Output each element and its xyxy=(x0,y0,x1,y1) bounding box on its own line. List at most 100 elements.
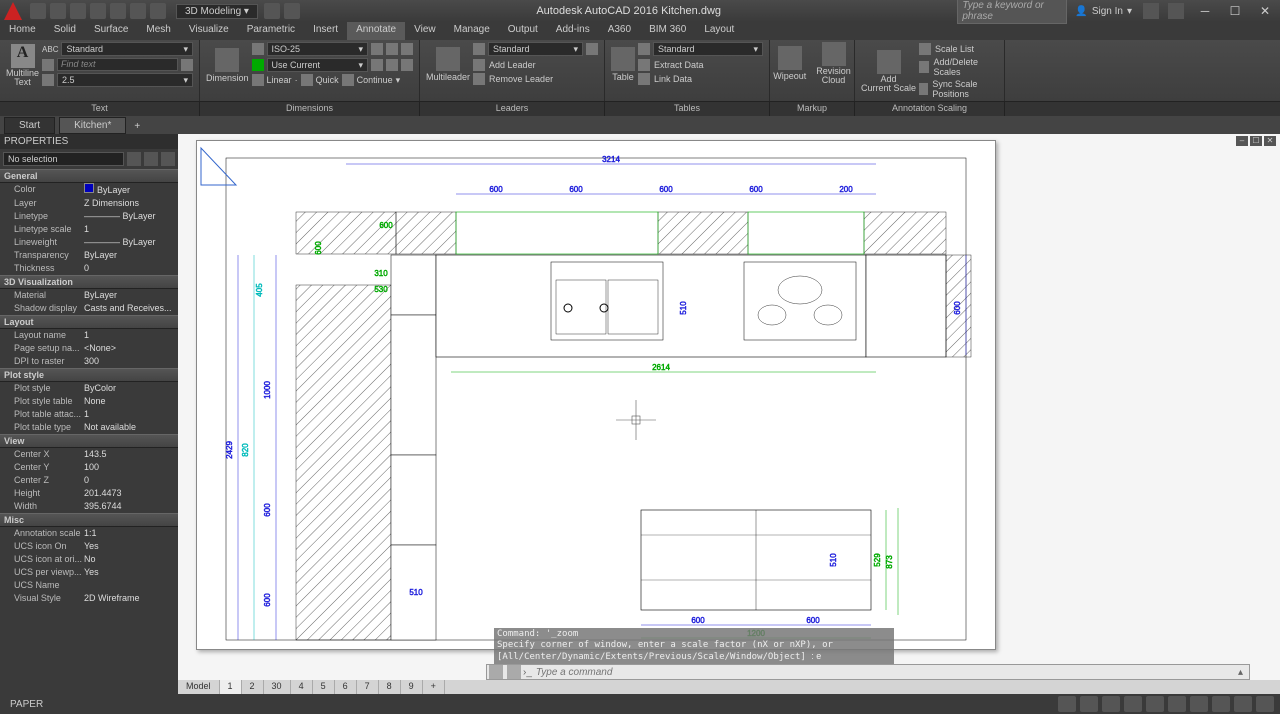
menu-add-ins[interactable]: Add-ins xyxy=(547,22,599,40)
dim-f-icon[interactable] xyxy=(401,59,413,71)
wipeout-button[interactable]: Wipeout xyxy=(773,46,806,81)
prop-row[interactable]: Lineweight———— ByLayer xyxy=(0,236,178,249)
prop-cat-general[interactable]: General xyxy=(0,169,178,183)
prop-row[interactable]: LayerZ Dimensions xyxy=(0,197,178,210)
footer-annoscale[interactable]: Annotation Scaling xyxy=(855,102,1005,116)
prop-row[interactable]: Height201.4473 xyxy=(0,487,178,500)
footer-text[interactable]: Text xyxy=(0,102,200,116)
layout-tab-7[interactable]: 7 xyxy=(357,680,379,694)
prop-row[interactable]: Linetype scale1 xyxy=(0,223,178,236)
table-button[interactable]: Table xyxy=(611,47,635,82)
status-custom-icon[interactable] xyxy=(1256,696,1274,712)
dim-c-icon[interactable] xyxy=(401,43,413,55)
dim-b-icon[interactable] xyxy=(386,43,398,55)
find-icon[interactable] xyxy=(42,59,54,71)
multiline-text-button[interactable]: AMultiline Text xyxy=(6,44,39,87)
prop-row[interactable]: Center X143.5 xyxy=(0,448,178,461)
command-line[interactable]: ›_ ▴ xyxy=(486,664,1250,680)
layout-tab-2[interactable]: 2 xyxy=(242,680,264,694)
multileader-button[interactable]: Multileader xyxy=(426,47,470,82)
status-hw-icon[interactable] xyxy=(1212,696,1230,712)
layout-tab-6[interactable]: 6 xyxy=(335,680,357,694)
app-logo-icon[interactable] xyxy=(4,2,22,20)
sync-scale-button[interactable]: Sync Scale Positions xyxy=(919,78,998,100)
prop-row[interactable]: Plot table typeNot available xyxy=(0,421,178,434)
prop-cat-plot-style[interactable]: Plot style xyxy=(0,368,178,382)
remove-leader-button[interactable]: Remove Leader xyxy=(473,72,598,86)
viewport-min-icon[interactable]: – xyxy=(1236,136,1248,146)
footer-tables[interactable]: Tables xyxy=(605,102,770,116)
status-clean-icon[interactable] xyxy=(1234,696,1252,712)
close-button[interactable]: ✕ xyxy=(1250,0,1280,22)
prop-row[interactable]: Plot table attac...1 xyxy=(0,408,178,421)
viewport-close-icon[interactable]: ✕ xyxy=(1264,136,1276,146)
quick-icon[interactable] xyxy=(301,74,313,86)
prop-row[interactable]: TransparencyByLayer xyxy=(0,249,178,262)
status-annoscale-icon[interactable] xyxy=(1168,696,1186,712)
linear-icon[interactable] xyxy=(252,74,264,86)
prop-row[interactable]: Layout name1 xyxy=(0,329,178,342)
prop-cat-layout[interactable]: Layout xyxy=(0,315,178,329)
menu-home[interactable]: Home xyxy=(0,22,45,40)
menu-mesh[interactable]: Mesh xyxy=(137,22,179,40)
tab-kitchen[interactable]: Kitchen* xyxy=(59,117,126,134)
cmd-opts-icon[interactable] xyxy=(507,665,521,679)
qat-new-icon[interactable] xyxy=(30,3,46,19)
prop-row[interactable]: DPI to raster300 xyxy=(0,355,178,368)
menu-annotate[interactable]: Annotate xyxy=(347,22,405,40)
menu-output[interactable]: Output xyxy=(499,22,547,40)
qat-undo-icon[interactable] xyxy=(130,3,146,19)
qat-extra1-icon[interactable] xyxy=(264,3,280,19)
prop-row[interactable]: Width395.6744 xyxy=(0,500,178,513)
dim-d-icon[interactable] xyxy=(371,59,383,71)
status-space[interactable]: PAPER xyxy=(10,699,43,710)
dim-a-icon[interactable] xyxy=(371,43,383,55)
text-style-combo[interactable]: Standard▾ xyxy=(61,42,193,56)
layout-tab-9[interactable]: 9 xyxy=(401,680,423,694)
status-osnap-icon[interactable] xyxy=(1146,696,1164,712)
menu-bim360[interactable]: BIM 360 xyxy=(640,22,695,40)
prop-row[interactable]: Visual Style2D Wireframe xyxy=(0,592,178,605)
menu-solid[interactable]: Solid xyxy=(45,22,85,40)
pickadd-icon[interactable] xyxy=(144,152,158,166)
menu-parametric[interactable]: Parametric xyxy=(238,22,304,40)
menu-surface[interactable]: Surface xyxy=(85,22,137,40)
prop-row[interactable]: UCS Name xyxy=(0,579,178,592)
signin-button[interactable]: 👤 Sign In ▾ xyxy=(1075,6,1132,17)
continue-icon[interactable] xyxy=(342,74,354,86)
dimension-button[interactable]: Dimension xyxy=(206,48,249,83)
prop-cat-3d-visualization[interactable]: 3D Visualization xyxy=(0,275,178,289)
extract-data-button[interactable]: Extract Data xyxy=(638,58,763,72)
drawing-canvas[interactable]: – ☐ ✕ xyxy=(178,134,1280,694)
dim-layer-combo[interactable]: Use Current▾ xyxy=(267,58,368,72)
layout-tab-Model[interactable]: Model xyxy=(178,680,220,694)
viewport-max-icon[interactable]: ☐ xyxy=(1250,136,1262,146)
prop-row[interactable]: Page setup na...<None> xyxy=(0,342,178,355)
prop-row[interactable]: UCS icon OnYes xyxy=(0,540,178,553)
qat-save-icon[interactable] xyxy=(70,3,86,19)
menu-insert[interactable]: Insert xyxy=(304,22,347,40)
prop-row[interactable]: UCS per viewp...Yes xyxy=(0,566,178,579)
status-grid-icon[interactable] xyxy=(1058,696,1076,712)
menu-manage[interactable]: Manage xyxy=(445,22,499,40)
layout-tab-5[interactable]: 5 xyxy=(313,680,335,694)
selectobjects-icon[interactable] xyxy=(161,152,175,166)
prop-cat-misc[interactable]: Misc xyxy=(0,513,178,527)
add-delete-scales-button[interactable]: Add/Delete Scales xyxy=(919,56,998,78)
cmd-close-icon[interactable] xyxy=(489,665,503,679)
footer-markup[interactable]: Markup xyxy=(770,102,855,116)
prop-row[interactable]: MaterialByLayer xyxy=(0,289,178,302)
menu-view[interactable]: View xyxy=(405,22,445,40)
link-data-button[interactable]: Link Data xyxy=(638,72,763,86)
menu-visualize[interactable]: Visualize xyxy=(180,22,238,40)
find-go-icon[interactable] xyxy=(181,59,193,71)
prop-row[interactable]: Plot style tableNone xyxy=(0,395,178,408)
workspace-selector[interactable]: 3D Modeling ▾ xyxy=(176,4,258,19)
new-tab-button[interactable]: + xyxy=(126,119,148,134)
prop-cat-view[interactable]: View xyxy=(0,434,178,448)
footer-dimensions[interactable]: Dimensions xyxy=(200,102,420,116)
prop-row[interactable]: UCS icon at ori...No xyxy=(0,553,178,566)
layout-tab-30[interactable]: 30 xyxy=(264,680,291,694)
prop-row[interactable]: Center Y100 xyxy=(0,461,178,474)
exchange-icon[interactable] xyxy=(1143,3,1159,19)
